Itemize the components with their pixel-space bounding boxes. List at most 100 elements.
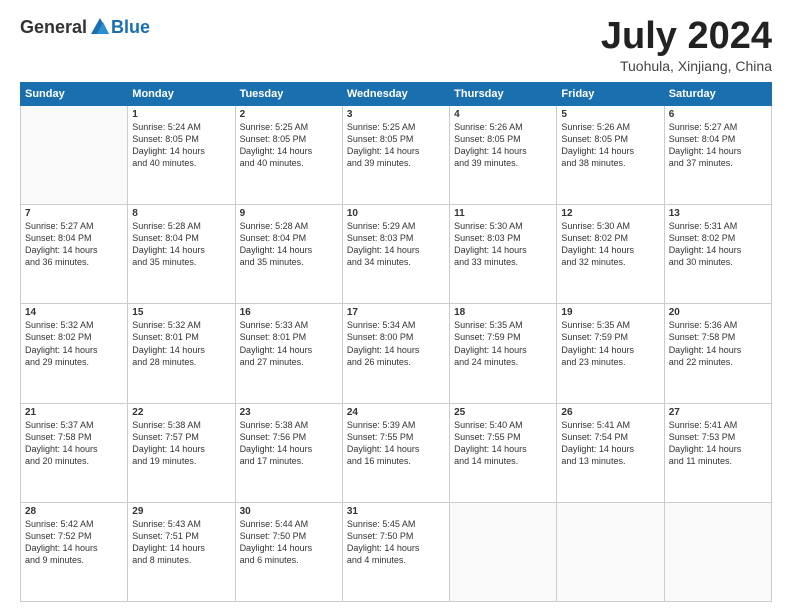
header-monday: Monday [128, 82, 235, 105]
cell-content: Sunrise: 5:41 AM Sunset: 7:54 PM Dayligh… [561, 419, 659, 468]
table-cell: 27Sunrise: 5:41 AM Sunset: 7:53 PM Dayli… [664, 403, 771, 502]
logo: General Blue [20, 16, 150, 38]
table-cell: 11Sunrise: 5:30 AM Sunset: 8:03 PM Dayli… [450, 205, 557, 304]
table-cell: 19Sunrise: 5:35 AM Sunset: 7:59 PM Dayli… [557, 304, 664, 403]
week-row-5: 28Sunrise: 5:42 AM Sunset: 7:52 PM Dayli… [21, 502, 772, 601]
header-wednesday: Wednesday [342, 82, 449, 105]
table-cell: 25Sunrise: 5:40 AM Sunset: 7:55 PM Dayli… [450, 403, 557, 502]
day-number: 20 [669, 307, 767, 318]
cell-content: Sunrise: 5:33 AM Sunset: 8:01 PM Dayligh… [240, 319, 338, 368]
table-cell: 5Sunrise: 5:26 AM Sunset: 8:05 PM Daylig… [557, 105, 664, 204]
cell-content: Sunrise: 5:34 AM Sunset: 8:00 PM Dayligh… [347, 319, 445, 368]
cell-content: Sunrise: 5:25 AM Sunset: 8:05 PM Dayligh… [240, 121, 338, 170]
day-number: 27 [669, 407, 767, 418]
table-cell [21, 105, 128, 204]
cell-content: Sunrise: 5:44 AM Sunset: 7:50 PM Dayligh… [240, 518, 338, 567]
table-cell: 1Sunrise: 5:24 AM Sunset: 8:05 PM Daylig… [128, 105, 235, 204]
day-number: 6 [669, 109, 767, 120]
day-number: 15 [132, 307, 230, 318]
day-number: 7 [25, 208, 123, 219]
cell-content: Sunrise: 5:43 AM Sunset: 7:51 PM Dayligh… [132, 518, 230, 567]
week-row-4: 21Sunrise: 5:37 AM Sunset: 7:58 PM Dayli… [21, 403, 772, 502]
day-number: 9 [240, 208, 338, 219]
logo-area: General Blue [20, 16, 150, 38]
table-cell: 23Sunrise: 5:38 AM Sunset: 7:56 PM Dayli… [235, 403, 342, 502]
cell-content: Sunrise: 5:38 AM Sunset: 7:57 PM Dayligh… [132, 419, 230, 468]
table-cell: 3Sunrise: 5:25 AM Sunset: 8:05 PM Daylig… [342, 105, 449, 204]
table-cell: 7Sunrise: 5:27 AM Sunset: 8:04 PM Daylig… [21, 205, 128, 304]
day-number: 25 [454, 407, 552, 418]
cell-content: Sunrise: 5:40 AM Sunset: 7:55 PM Dayligh… [454, 419, 552, 468]
table-cell: 6Sunrise: 5:27 AM Sunset: 8:04 PM Daylig… [664, 105, 771, 204]
day-number: 28 [25, 506, 123, 517]
table-cell [664, 502, 771, 601]
cell-content: Sunrise: 5:39 AM Sunset: 7:55 PM Dayligh… [347, 419, 445, 468]
table-cell: 22Sunrise: 5:38 AM Sunset: 7:57 PM Dayli… [128, 403, 235, 502]
cell-content: Sunrise: 5:32 AM Sunset: 8:02 PM Dayligh… [25, 319, 123, 368]
title-area: July 2024 Tuohula, Xinjiang, China [601, 16, 772, 74]
week-row-3: 14Sunrise: 5:32 AM Sunset: 8:02 PM Dayli… [21, 304, 772, 403]
header-thursday: Thursday [450, 82, 557, 105]
day-number: 23 [240, 407, 338, 418]
table-cell: 4Sunrise: 5:26 AM Sunset: 8:05 PM Daylig… [450, 105, 557, 204]
table-cell: 30Sunrise: 5:44 AM Sunset: 7:50 PM Dayli… [235, 502, 342, 601]
cell-content: Sunrise: 5:27 AM Sunset: 8:04 PM Dayligh… [25, 220, 123, 269]
day-number: 16 [240, 307, 338, 318]
day-number: 8 [132, 208, 230, 219]
day-number: 11 [454, 208, 552, 219]
cell-content: Sunrise: 5:37 AM Sunset: 7:58 PM Dayligh… [25, 419, 123, 468]
day-number: 26 [561, 407, 659, 418]
month-title: July 2024 [601, 16, 772, 58]
cell-content: Sunrise: 5:41 AM Sunset: 7:53 PM Dayligh… [669, 419, 767, 468]
table-cell: 29Sunrise: 5:43 AM Sunset: 7:51 PM Dayli… [128, 502, 235, 601]
cell-content: Sunrise: 5:42 AM Sunset: 7:52 PM Dayligh… [25, 518, 123, 567]
table-cell [557, 502, 664, 601]
day-number: 29 [132, 506, 230, 517]
table-cell: 8Sunrise: 5:28 AM Sunset: 8:04 PM Daylig… [128, 205, 235, 304]
cell-content: Sunrise: 5:45 AM Sunset: 7:50 PM Dayligh… [347, 518, 445, 567]
header: General Blue July 2024 Tuohula, Xinjiang… [20, 16, 772, 74]
cell-content: Sunrise: 5:36 AM Sunset: 7:58 PM Dayligh… [669, 319, 767, 368]
cell-content: Sunrise: 5:26 AM Sunset: 8:05 PM Dayligh… [454, 121, 552, 170]
day-number: 19 [561, 307, 659, 318]
day-number: 5 [561, 109, 659, 120]
table-cell: 28Sunrise: 5:42 AM Sunset: 7:52 PM Dayli… [21, 502, 128, 601]
cell-content: Sunrise: 5:30 AM Sunset: 8:02 PM Dayligh… [561, 220, 659, 269]
table-cell: 17Sunrise: 5:34 AM Sunset: 8:00 PM Dayli… [342, 304, 449, 403]
table-cell: 18Sunrise: 5:35 AM Sunset: 7:59 PM Dayli… [450, 304, 557, 403]
table-cell: 14Sunrise: 5:32 AM Sunset: 8:02 PM Dayli… [21, 304, 128, 403]
cell-content: Sunrise: 5:26 AM Sunset: 8:05 PM Dayligh… [561, 121, 659, 170]
day-number: 31 [347, 506, 445, 517]
cell-content: Sunrise: 5:28 AM Sunset: 8:04 PM Dayligh… [240, 220, 338, 269]
week-row-1: 1Sunrise: 5:24 AM Sunset: 8:05 PM Daylig… [21, 105, 772, 204]
day-number: 10 [347, 208, 445, 219]
day-number: 30 [240, 506, 338, 517]
cell-content: Sunrise: 5:38 AM Sunset: 7:56 PM Dayligh… [240, 419, 338, 468]
table-cell [450, 502, 557, 601]
cell-content: Sunrise: 5:35 AM Sunset: 7:59 PM Dayligh… [454, 319, 552, 368]
location-subtitle: Tuohula, Xinjiang, China [601, 58, 772, 74]
day-number: 4 [454, 109, 552, 120]
logo-icon [89, 16, 111, 38]
cell-content: Sunrise: 5:32 AM Sunset: 8:01 PM Dayligh… [132, 319, 230, 368]
day-number: 22 [132, 407, 230, 418]
cell-content: Sunrise: 5:28 AM Sunset: 8:04 PM Dayligh… [132, 220, 230, 269]
day-number: 3 [347, 109, 445, 120]
table-cell: 10Sunrise: 5:29 AM Sunset: 8:03 PM Dayli… [342, 205, 449, 304]
table-cell: 21Sunrise: 5:37 AM Sunset: 7:58 PM Dayli… [21, 403, 128, 502]
header-saturday: Saturday [664, 82, 771, 105]
header-tuesday: Tuesday [235, 82, 342, 105]
logo-general: General [20, 17, 87, 38]
logo-blue: Blue [111, 17, 150, 38]
cell-content: Sunrise: 5:24 AM Sunset: 8:05 PM Dayligh… [132, 121, 230, 170]
header-sunday: Sunday [21, 82, 128, 105]
day-number: 18 [454, 307, 552, 318]
table-cell: 15Sunrise: 5:32 AM Sunset: 8:01 PM Dayli… [128, 304, 235, 403]
day-number: 17 [347, 307, 445, 318]
day-number: 14 [25, 307, 123, 318]
week-row-2: 7Sunrise: 5:27 AM Sunset: 8:04 PM Daylig… [21, 205, 772, 304]
day-number: 1 [132, 109, 230, 120]
cell-content: Sunrise: 5:27 AM Sunset: 8:04 PM Dayligh… [669, 121, 767, 170]
day-number: 12 [561, 208, 659, 219]
calendar-table: Sunday Monday Tuesday Wednesday Thursday… [20, 82, 772, 602]
